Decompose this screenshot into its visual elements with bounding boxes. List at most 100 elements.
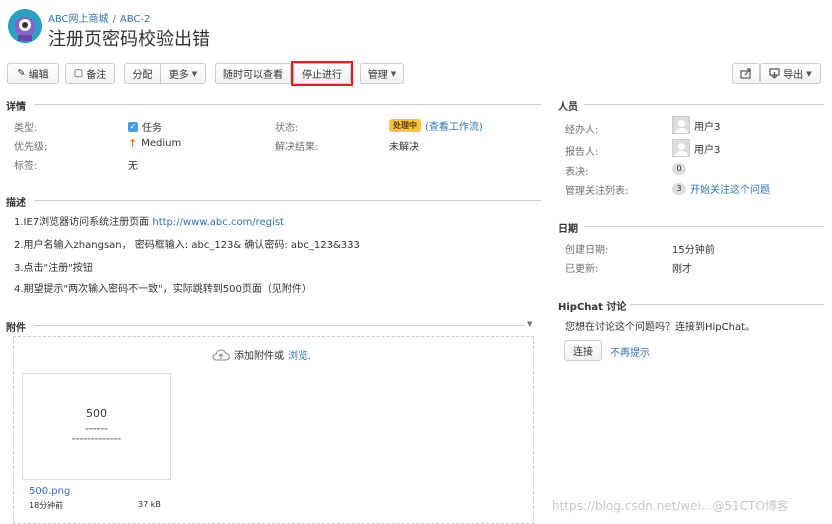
comment-button[interactable]: ▢ 备注 xyxy=(65,63,115,84)
status-label: 状态: xyxy=(275,123,299,134)
dates-heading: 日期 xyxy=(558,224,578,235)
share-icon xyxy=(740,68,751,79)
description-heading: 描述 xyxy=(6,198,26,209)
hipchat-connect-button[interactable]: 连接 xyxy=(564,340,602,361)
view-anytime-button[interactable]: 随时可以查看 xyxy=(215,63,291,84)
chevron-down-icon: ▼ xyxy=(806,69,812,78)
status-badge: 处理中 xyxy=(389,119,421,132)
assignee-name: 用户3 xyxy=(694,121,721,133)
manage-label: 管理 xyxy=(367,70,388,81)
type-value: ✓ 任务 xyxy=(128,119,162,134)
attachment-thumbnail[interactable]: 500 ▬▬▬▬▬▬ ▬▬▬▬▬▬▬▬▬▬▬▬▬ xyxy=(22,373,171,480)
hipchat-dismiss-link[interactable]: 不再提示 xyxy=(610,344,650,359)
hipchat-divider xyxy=(630,304,824,305)
view-anytime-label: 随时可以查看 xyxy=(223,70,283,81)
people-divider xyxy=(584,104,824,105)
description-line-1: 1.IE7浏览器访问系统注册页面 http://www.abc.com/regi… xyxy=(14,213,284,228)
breadcrumb-project-link[interactable]: ABC网上商城 xyxy=(48,14,109,25)
cloud-upload-icon xyxy=(212,348,230,361)
priority-up-arrow-icon: ↑ xyxy=(128,137,138,150)
watchers-count-badge[interactable]: 3 xyxy=(672,182,686,195)
votes-count-badge: 0 xyxy=(672,163,686,175)
pencil-icon: ✎ xyxy=(17,68,26,79)
people-heading: 人员 xyxy=(558,102,578,113)
project-logo-icon xyxy=(8,9,42,43)
share-button[interactable] xyxy=(732,63,760,84)
hipchat-heading: HipChat 讨论 xyxy=(558,302,627,313)
attachment-time: 18分钟前 xyxy=(29,501,64,510)
updated-label: 已更新: xyxy=(565,264,599,275)
description-line-2: 2.用户名输入zhangsan， 密码框输入: abc_123& 确认密码: a… xyxy=(14,240,360,251)
view-workflow-link[interactable]: (查看工作流) xyxy=(425,118,483,133)
labels-value: 无 xyxy=(128,161,138,172)
watchers-label: 管理关注列表: xyxy=(565,186,629,197)
breadcrumb-issue-link[interactable]: ABC-2 xyxy=(120,14,150,25)
reporter-label: 报告人: xyxy=(565,147,599,158)
priority-text: Medium xyxy=(141,138,182,149)
thumbnail-line: ▬▬▬▬▬▬ xyxy=(85,426,108,431)
add-attachment-text: 添加附件或 xyxy=(234,351,284,362)
updated-value: 刚才 xyxy=(672,264,692,275)
browse-link[interactable]: 浏览. xyxy=(288,347,311,362)
details-heading: 详情 xyxy=(6,102,26,113)
user-avatar xyxy=(672,116,690,134)
created-value: 15分钟前 xyxy=(672,245,715,256)
priority-label: 优先级: xyxy=(14,142,48,153)
attachments-heading: 附件 xyxy=(6,323,26,334)
project-avatar[interactable] xyxy=(8,9,42,43)
created-label: 创建日期: xyxy=(565,245,609,256)
breadcrumb-separator: / xyxy=(112,14,116,25)
user-avatar xyxy=(672,139,690,157)
chevron-down-icon: ▼ xyxy=(191,69,198,78)
watermark: https://blog.csdn.net/wei...@51CTO博客 xyxy=(552,499,789,513)
description-divider xyxy=(34,200,541,201)
thumbnail-500-text: 500 xyxy=(86,407,107,420)
comment-label: 备注 xyxy=(86,70,107,81)
assignee-label: 经办人: xyxy=(565,125,599,136)
edit-button[interactable]: ✎ 编辑 xyxy=(7,63,59,84)
watchers-value: 3 开始关注这个问题 xyxy=(672,181,770,196)
votes-label: 表决: xyxy=(565,167,589,178)
details-divider xyxy=(34,104,541,105)
thumbnail-line: ▬▬▬▬▬▬▬▬▬▬▬▬▬ xyxy=(71,436,122,441)
chevron-down-icon: ▼ xyxy=(390,69,397,78)
reporter-value[interactable]: 用户3 xyxy=(672,139,720,157)
description-url-link[interactable]: http://www.abc.com/regist xyxy=(152,217,284,228)
votes-value[interactable]: 0 xyxy=(672,163,686,175)
attachment-file-link[interactable]: 500.png xyxy=(29,486,70,497)
add-attachment-prompt: 添加附件或 浏览. xyxy=(212,347,311,362)
description-line-4: 4.期望提示"两次输入密码不一致"，实际跳转到500页面（见附件） xyxy=(14,284,312,295)
assign-label: 分配 xyxy=(132,70,153,81)
attachment-file-name: 500.png xyxy=(29,486,71,497)
resolution-label: 解决结果: xyxy=(275,142,319,153)
status-value: 处理中 (查看工作流) xyxy=(389,118,483,133)
assignee-value[interactable]: 用户3 xyxy=(672,116,720,134)
comment-icon: ▢ xyxy=(73,68,84,79)
start-watching-link[interactable]: 开始关注这个问题 xyxy=(690,181,770,196)
assign-button[interactable]: 分配 xyxy=(124,63,161,84)
export-dropdown-button[interactable]: 导出 ▼ xyxy=(760,63,821,84)
description-line-3: 3.点击"注册"按钮 xyxy=(14,263,93,274)
task-check-icon: ✓ xyxy=(128,121,138,132)
attachments-divider xyxy=(34,325,524,326)
dates-divider xyxy=(584,226,824,227)
export-label: 导出 xyxy=(783,70,804,81)
export-icon xyxy=(769,68,780,79)
attachments-options-icon[interactable]: ▼ xyxy=(527,320,532,328)
type-label: 类型: xyxy=(14,123,38,134)
type-text: 任务 xyxy=(142,123,162,134)
attachment-size: 37 kB xyxy=(138,500,161,509)
more-label: 更多 xyxy=(168,70,189,81)
resolution-value: 未解决 xyxy=(389,142,419,153)
red-highlight-box xyxy=(291,61,353,86)
priority-value: ↑ Medium xyxy=(128,137,181,150)
reporter-name: 用户3 xyxy=(694,144,721,156)
manage-dropdown-button[interactable]: 管理 ▼ xyxy=(360,63,404,84)
hipchat-connect-label: 连接 xyxy=(573,347,593,358)
more-dropdown-button[interactable]: 更多 ▼ xyxy=(160,63,206,84)
breadcrumb: ABC网上商城 / ABC-2 xyxy=(48,10,150,25)
hipchat-prompt: 您想在讨论这个问题吗？连接到HipChat。 xyxy=(565,322,756,333)
labels-label: 标签: xyxy=(14,161,38,172)
description-line-1-text: 1.IE7浏览器访问系统注册页面 xyxy=(14,217,150,228)
edit-label: 编辑 xyxy=(28,70,49,81)
